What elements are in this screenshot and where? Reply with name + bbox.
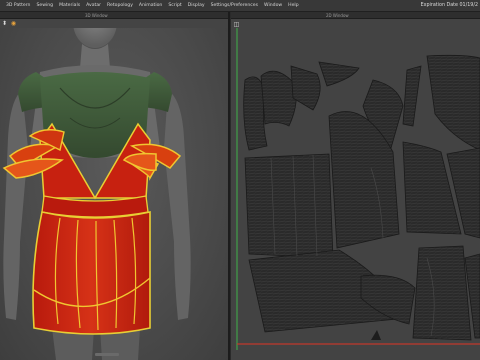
pattern-piece-collar-1[interactable] — [260, 70, 297, 127]
3d-window-titlebar: 3D Window — [0, 12, 228, 19]
pattern-piece-back-upper[interactable] — [426, 54, 480, 151]
2d-window-pane: 2D Window ◫ — [231, 12, 480, 360]
menu-script[interactable]: Script — [165, 3, 184, 8]
2d-window-titlebar: 2D Window — [231, 12, 480, 19]
2d-pattern-canvas[interactable] — [231, 28, 480, 360]
3d-viewport[interactable] — [0, 28, 228, 360]
menu-bar: 3D Pattern Sewing Materials Avatar Retop… — [0, 0, 480, 12]
menu-settings-preferences[interactable]: Settings/Preferences — [208, 3, 261, 8]
3d-window-toolbar: ⬍ ◉ — [1, 20, 17, 28]
pattern-piece-collar-3[interactable] — [318, 61, 360, 87]
3d-window-pane: 3D Window ⬍ ◉ — [0, 12, 230, 360]
pattern-piece-strip[interactable] — [402, 65, 422, 127]
avatar-with-dress — [2, 28, 191, 360]
uv-pattern-layout — [236, 28, 480, 350]
2d-window-title: 2D Window — [326, 13, 349, 18]
menu-3d-pattern[interactable]: 3D Pattern — [3, 3, 33, 8]
menu-sewing[interactable]: Sewing — [33, 3, 56, 8]
transform-tool-icon[interactable]: ◫ — [233, 21, 240, 28]
expiration-date-label: Expiration Date 01/19/2 — [420, 3, 478, 8]
3d-window-title: 3D Window — [85, 13, 108, 18]
menu-animation[interactable]: Animation — [136, 3, 165, 8]
dress-skirt — [32, 211, 151, 335]
menu-window[interactable]: Window — [261, 3, 285, 8]
menu-materials[interactable]: Materials — [56, 3, 83, 8]
menu-items: 3D Pattern Sewing Materials Avatar Retop… — [0, 3, 302, 8]
pattern-piece-front-bodice[interactable] — [244, 153, 334, 259]
pattern-pieces — [243, 54, 480, 341]
menu-retopology[interactable]: Retopology — [104, 3, 136, 8]
3d-view-indicator — [95, 353, 119, 356]
2d-window-toolbar: ◫ — [233, 21, 240, 28]
simulation-icon[interactable]: ◉ — [10, 20, 17, 27]
pattern-piece-tiny[interactable] — [371, 330, 381, 340]
menu-help[interactable]: Help — [285, 3, 301, 8]
pattern-piece-skirt-back[interactable] — [412, 245, 472, 341]
menu-display[interactable]: Display — [185, 3, 208, 8]
move-tool-icon[interactable]: ⬍ — [1, 20, 8, 27]
menu-avatar[interactable]: Avatar — [83, 3, 104, 8]
